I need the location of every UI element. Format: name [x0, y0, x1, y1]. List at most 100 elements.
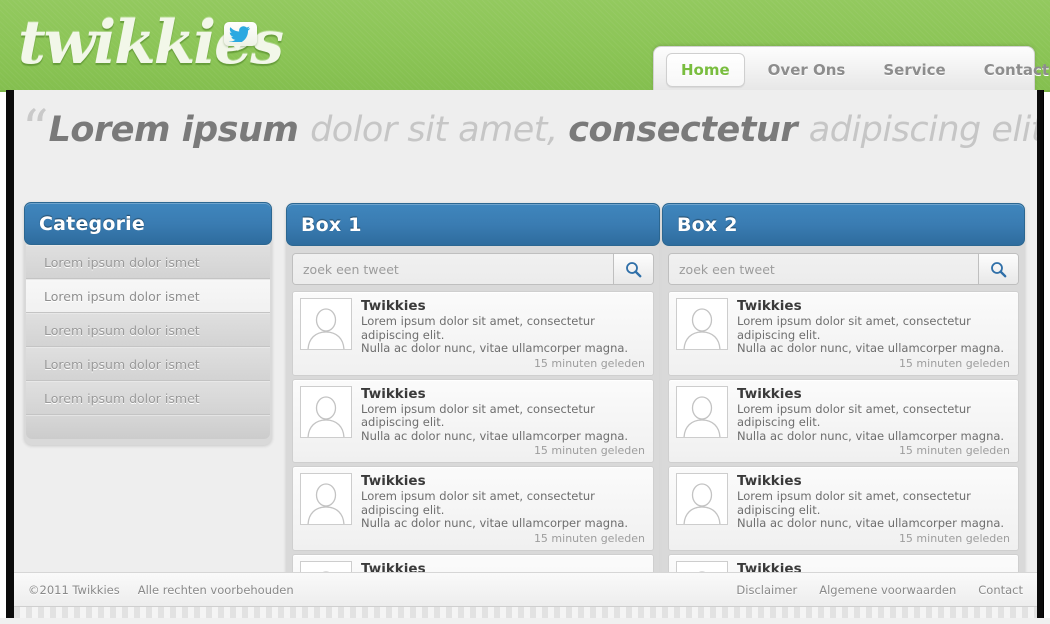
box2-panel-title: Box 2	[677, 213, 738, 236]
bird-glyph	[229, 26, 251, 42]
tweet-author: Twikkies	[737, 473, 802, 489]
footer-link-algemene-voorwaarden[interactable]: Algemene voorwaarden	[819, 583, 956, 597]
user-avatar-icon	[307, 483, 345, 524]
tweet-text-line2: Nulla ac dolor nunc, vitae ullamcorper m…	[361, 516, 629, 530]
site-footer: ©2011 Twikkies Alle rechten voorbehouden…	[14, 572, 1037, 606]
tweet-timestamp: 15 minuten geleden	[533, 444, 645, 457]
user-avatar-icon	[307, 395, 345, 437]
footer-link-contact[interactable]: Contact	[978, 583, 1023, 597]
box2-search-button[interactable]	[978, 254, 1018, 284]
avatar	[300, 385, 352, 438]
page-root: twikkies Home Over Ons Service Contact “…	[0, 0, 1050, 624]
avatar	[300, 298, 352, 350]
tweet-body: Twikkies Lorem ipsum dolor sit amet, con…	[361, 473, 645, 546]
tweet-timestamp: 15 minuten geleden	[898, 356, 1010, 370]
search-icon	[991, 261, 1007, 277]
hero-quote-part3: consectetur	[568, 110, 809, 150]
box2-panel: Box 2 zoek een tweet Twikkies Lorem ipsu…	[662, 203, 1025, 614]
quote-open-mark: “	[22, 100, 49, 160]
user-avatar-icon	[683, 483, 721, 524]
tweet-text-line2: Nulla ac dolor nunc, vitae ullamcorper m…	[737, 516, 1005, 530]
logo-wordmark: twikkies	[18, 8, 284, 78]
hero-quote-part4: adipiscing elit	[808, 110, 1037, 150]
tweet-text-line2: Nulla ac dolor nunc, vitae ullamcorper m…	[737, 341, 1005, 355]
tweet-timestamp: 15 minuten geleden	[898, 531, 1010, 545]
site-logo[interactable]: twikkies	[18, 8, 338, 80]
categorie-list-item[interactable]: Lorem ipsum dolor ismet	[26, 381, 270, 415]
categorie-list-item[interactable]: Lorem ipsum dolor ismet	[26, 279, 270, 313]
tweet-text-line1: Lorem ipsum dolor sit amet, consectetur …	[361, 489, 595, 517]
categorie-panel-header: Categorie	[24, 202, 272, 245]
tweet-body: Twikkies Lorem ipsum dolor sit amet, con…	[737, 473, 1010, 546]
tweet-author: Twikkies	[361, 385, 426, 402]
box1-search-button[interactable]	[613, 254, 653, 284]
tweet-author: Twikkies	[737, 298, 802, 314]
tweet-timestamp: 15 minuten geleden	[898, 444, 1010, 457]
footer-links-group: Disclaimer Algemene voorwaarden Contact	[714, 583, 1023, 597]
user-avatar-icon	[683, 308, 721, 349]
tweet-item[interactable]: Twikkies Lorem ipsum dolor sit amet, con…	[668, 466, 1019, 551]
tweet-item[interactable]: Twikkies Lorem ipsum dolor sit amet, con…	[292, 466, 654, 551]
tweet-text-line1: Lorem ipsum dolor sit amet, consectetur …	[361, 314, 595, 342]
tweet-text-line1: Lorem ipsum dolor sit amet, consectetur …	[361, 401, 595, 429]
categorie-panel: Categorie Lorem ipsum dolor ismet Lorem …	[24, 202, 272, 445]
content-canvas: “Lorem ipsum dolor sit amet, consectetur…	[14, 90, 1037, 614]
footer-link-disclaimer[interactable]: Disclaimer	[736, 583, 797, 597]
page-bottom-edge	[0, 618, 1050, 624]
footer-rights: Alle rechten voorbehouden	[137, 582, 294, 597]
site-header: twikkies Home Over Ons Service Contact	[0, 0, 1050, 92]
tweet-text-line1: Lorem ipsum dolor sit amet, consectetur …	[737, 489, 971, 517]
tweet-text-line1: Lorem ipsum dolor sit amet, consectetur …	[737, 401, 971, 429]
tweet-item[interactable]: Twikkies Lorem ipsum dolor sit amet, con…	[292, 291, 654, 376]
avatar	[300, 473, 352, 525]
categorie-list-item[interactable]: Lorem ipsum dolor ismet	[26, 313, 270, 347]
nav-item-contact[interactable]: Contact	[969, 53, 1050, 87]
user-avatar-icon	[307, 308, 345, 349]
box1-tweet-list: Twikkies Lorem ipsum dolor sit amet, con…	[286, 291, 660, 614]
nav-item-over-ons[interactable]: Over Ons	[753, 53, 861, 87]
avatar	[676, 298, 728, 350]
categorie-list: Lorem ipsum dolor ismet Lorem ipsum dolo…	[24, 245, 272, 415]
search-icon	[626, 261, 642, 277]
tweet-body: Twikkies Lorem ipsum dolor sit amet, con…	[361, 386, 645, 459]
twitter-bird-icon	[224, 22, 257, 51]
categorie-panel-title: Categorie	[39, 212, 145, 235]
tweet-body: Twikkies Lorem ipsum dolor sit amet, con…	[361, 298, 645, 371]
tweet-author: Twikkies	[737, 385, 802, 402]
box1-search-row	[292, 253, 654, 285]
footer-left-group: ©2011 Twikkies Alle rechten voorbehouden	[28, 583, 312, 597]
box2-search-input[interactable]	[669, 254, 978, 284]
tweet-body: Twikkies Lorem ipsum dolor sit amet, con…	[737, 298, 1010, 371]
box2-tweet-list: Twikkies Lorem ipsum dolor sit amet, con…	[662, 291, 1025, 614]
box1-panel-title: Box 1	[301, 213, 362, 236]
box1-panel-header: Box 1	[286, 203, 660, 246]
tweet-body: Twikkies Lorem ipsum dolor sit amet, con…	[737, 386, 1010, 459]
user-avatar-icon	[683, 395, 721, 437]
categorie-list-item[interactable]: Lorem ipsum dolor ismet	[26, 245, 270, 279]
tweet-author: Twikkies	[361, 298, 426, 314]
footer-copyright: ©2011 Twikkies	[28, 582, 120, 597]
hero-quote: “Lorem ipsum dolor sit amet, consectetur…	[22, 104, 1037, 176]
avatar	[676, 385, 728, 438]
tweet-item[interactable]: Twikkies Lorem ipsum dolor sit amet, con…	[668, 378, 1019, 463]
box1-panel: Box 1 zoek een tweet Twikkies Lorem ipsu…	[286, 203, 660, 614]
tweet-item[interactable]: Twikkies Lorem ipsum dolor sit amet, con…	[292, 378, 654, 463]
categorie-panel-footer	[26, 415, 270, 439]
hero-quote-part1: Lorem ipsum	[48, 110, 311, 150]
hero-quote-part2: dolor sit amet,	[310, 110, 569, 150]
box2-search-row	[668, 253, 1019, 285]
tweet-text-line2: Nulla ac dolor nunc, vitae ullamcorper m…	[361, 428, 629, 443]
box2-panel-header: Box 2	[662, 203, 1025, 246]
nav-item-service[interactable]: Service	[868, 53, 960, 87]
categorie-list-item[interactable]: Lorem ipsum dolor ismet	[26, 347, 270, 381]
tweet-item[interactable]: Twikkies Lorem ipsum dolor sit amet, con…	[668, 291, 1019, 376]
box1-search-input[interactable]	[293, 254, 613, 284]
tweet-text-line1: Lorem ipsum dolor sit amet, consectetur …	[737, 314, 971, 342]
nav-item-home[interactable]: Home	[666, 52, 745, 87]
avatar	[676, 473, 728, 525]
tweet-timestamp: 15 minuten geleden	[533, 356, 645, 370]
main-navigation: Home Over Ons Service Contact	[653, 46, 1049, 90]
tweet-text-line2: Nulla ac dolor nunc, vitae ullamcorper m…	[737, 428, 1005, 443]
tweet-author: Twikkies	[361, 473, 426, 489]
tweet-text-line2: Nulla ac dolor nunc, vitae ullamcorper m…	[361, 341, 629, 355]
